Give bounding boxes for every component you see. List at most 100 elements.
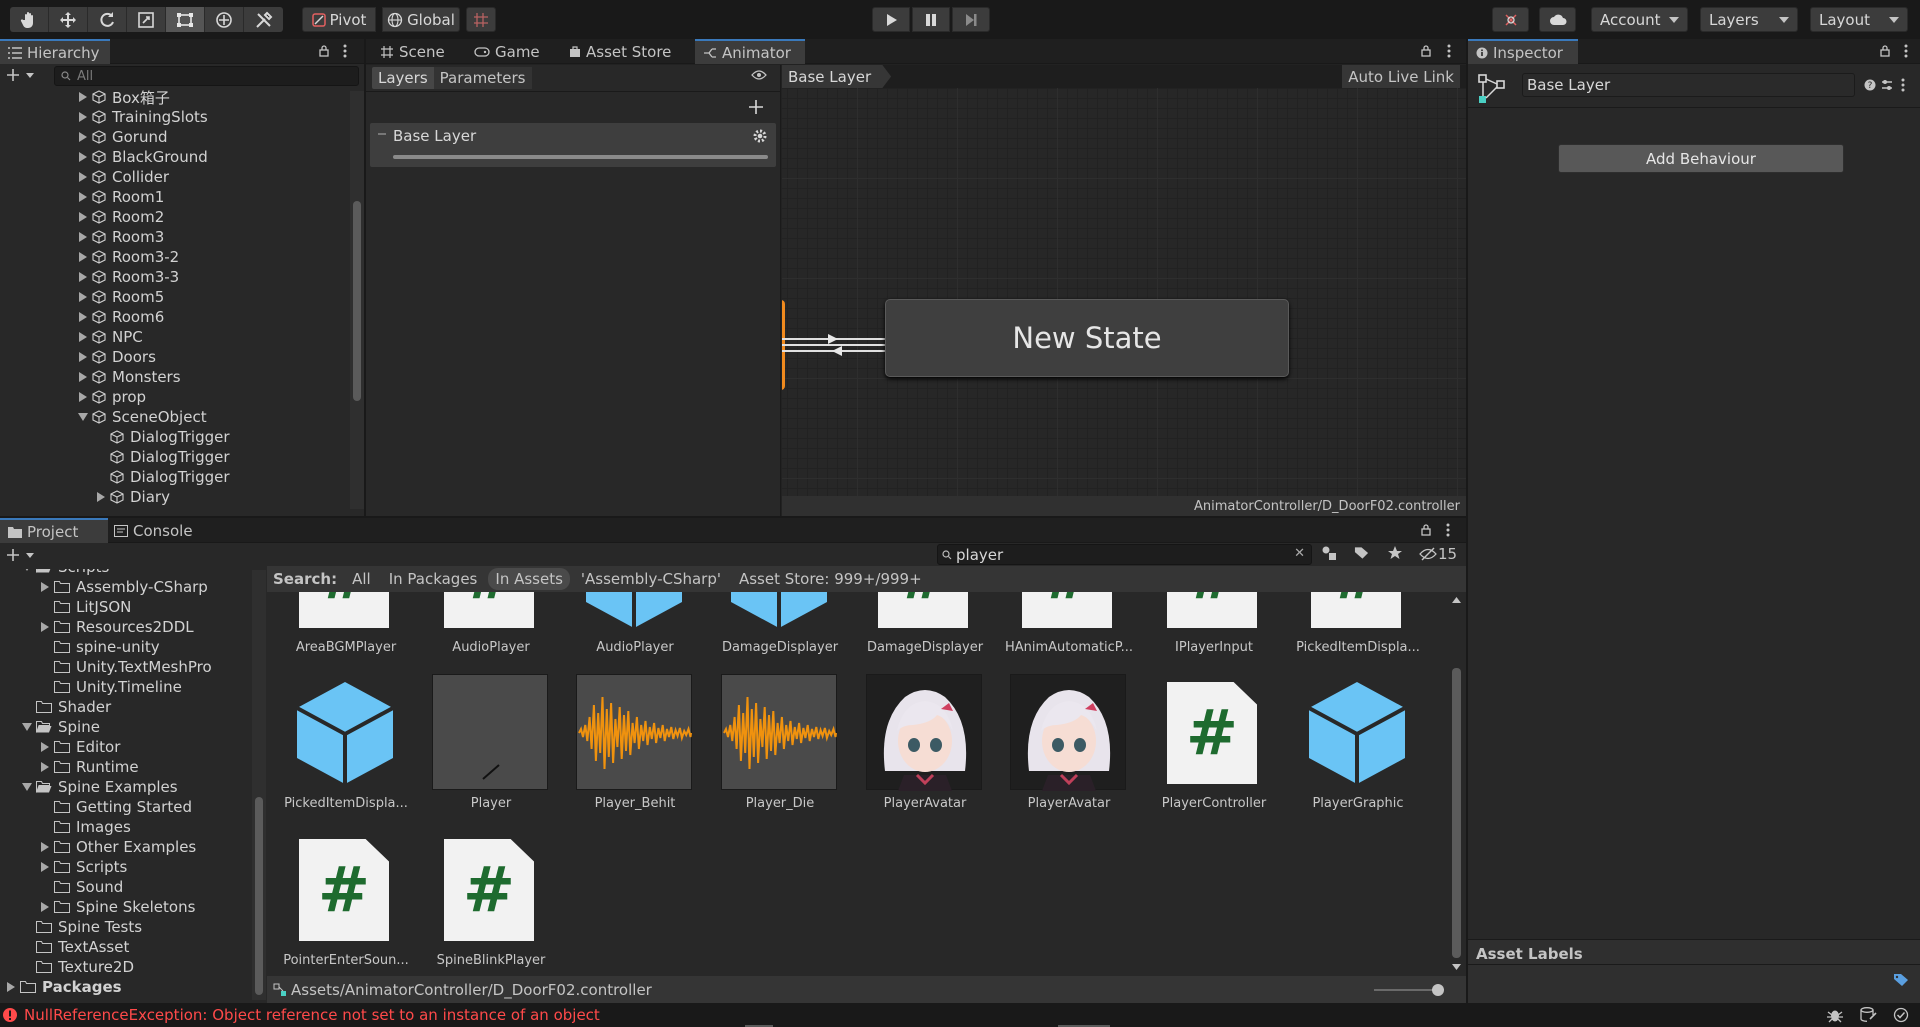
caret-right-icon[interactable] (78, 392, 88, 402)
tag-icon[interactable] (1893, 973, 1909, 987)
tab-asset-store[interactable]: Asset Store (561, 39, 679, 64)
layer-item-base[interactable]: Base Layer (370, 123, 776, 167)
caret-down-icon[interactable] (22, 782, 32, 792)
project-folder-item[interactable]: LitJSON (40, 597, 131, 617)
zoom-slider-knob[interactable] (1432, 984, 1444, 996)
caret-right-icon[interactable] (78, 172, 88, 182)
kebab-menu-icon[interactable] (343, 44, 347, 58)
caret-right-icon[interactable] (40, 622, 50, 632)
kebab-menu-icon[interactable] (1446, 523, 1450, 537)
lock-icon[interactable] (318, 45, 330, 57)
caret-right-icon[interactable] (40, 742, 50, 752)
tab-hierarchy[interactable]: Hierarchy (0, 39, 110, 64)
scroll-thumb[interactable] (1452, 668, 1461, 958)
tab-scene[interactable]: Scene (372, 39, 453, 64)
caret-right-icon[interactable] (78, 112, 88, 122)
hierarchy-item[interactable]: Room3-3 (78, 267, 179, 287)
caret-right-icon[interactable] (40, 842, 50, 852)
add-layer-button[interactable] (749, 100, 763, 114)
project-folder-item[interactable]: Other Examples (40, 837, 196, 857)
project-folder-item[interactable]: Spine Skeletons (40, 897, 195, 917)
caret-right-icon[interactable] (78, 292, 88, 302)
caret-down-icon[interactable] (78, 412, 88, 422)
layout-dropdown[interactable]: Layout (1810, 7, 1908, 32)
create-button[interactable] (6, 68, 36, 82)
create-button[interactable] (6, 548, 36, 562)
custom-tool-button[interactable] (244, 7, 283, 32)
project-search-input[interactable]: player ✕ (937, 544, 1312, 565)
scale-tool-button[interactable] (127, 7, 166, 32)
kebab-menu-icon[interactable] (1901, 78, 1905, 92)
add-behaviour-button[interactable]: Add Behaviour (1558, 144, 1844, 173)
hierarchy-item[interactable]: Diary (2) (96, 507, 196, 508)
project-folder-item[interactable]: Assembly-CSharp (40, 577, 208, 597)
caret-right-icon[interactable] (78, 212, 88, 222)
move-tool-button[interactable] (49, 7, 88, 32)
tab-parameters[interactable]: Parameters (433, 67, 532, 89)
scroll-thumb[interactable] (255, 797, 263, 995)
caret-right-icon[interactable] (78, 272, 88, 282)
kebab-menu-icon[interactable] (1447, 44, 1451, 58)
favorite-star-icon[interactable] (1388, 546, 1402, 560)
tab-layers[interactable]: Layers (372, 67, 434, 89)
project-folder-item[interactable]: Runtime (40, 757, 139, 777)
hierarchy-search-input[interactable]: All (54, 66, 359, 86)
tab-game[interactable]: Game (466, 39, 548, 64)
caret-right-icon[interactable] (40, 762, 50, 772)
project-folder-item[interactable]: Sound (40, 877, 123, 897)
layer-weight-bar[interactable] (393, 155, 768, 159)
preset-icon[interactable] (1881, 79, 1893, 91)
tab-project[interactable]: Project (0, 518, 108, 543)
hierarchy-item[interactable]: DialogTrigger (96, 427, 230, 447)
caret-right-icon[interactable] (78, 312, 88, 322)
gear-icon[interactable] (753, 129, 767, 143)
hierarchy-item[interactable]: Room3-2 (78, 247, 179, 267)
project-folder-item[interactable]: Unity.Timeline (40, 677, 182, 697)
hierarchy-item[interactable]: TrainingSlots (78, 107, 208, 127)
zoom-slider-track[interactable] (1374, 989, 1438, 991)
auto-live-link-toggle[interactable]: Auto Live Link (1342, 65, 1460, 88)
filter-in-assets[interactable]: In Assets (488, 568, 570, 590)
check-circle-icon[interactable] (1893, 1007, 1909, 1023)
hierarchy-item[interactable]: Room6 (78, 307, 164, 327)
asset-grid-scrollbar[interactable] (1447, 592, 1466, 976)
layers-dropdown[interactable]: Layers (1700, 7, 1798, 32)
caret-right-icon[interactable] (78, 252, 88, 262)
eye-icon[interactable] (751, 70, 767, 80)
filter-in-packages[interactable]: In Packages (382, 568, 485, 590)
project-folder-item[interactable]: Spine Examples (22, 777, 178, 797)
caret-right-icon[interactable] (78, 332, 88, 342)
global-toggle[interactable]: Global (382, 7, 460, 32)
animator-graph[interactable]: Base Layer Auto Live Link New State Anim… (782, 65, 1466, 516)
tab-inspector[interactable]: Inspector (1468, 39, 1578, 64)
caret-right-icon[interactable] (40, 582, 50, 592)
project-folder-item[interactable]: Editor (40, 737, 120, 757)
hierarchy-item[interactable]: DialogTrigger (96, 447, 230, 467)
filter-all[interactable]: All (345, 568, 378, 590)
grid-snap-button[interactable] (466, 7, 496, 32)
breadcrumb[interactable]: Base Layer (782, 65, 892, 88)
hierarchy-item[interactable]: Room1 (78, 187, 164, 207)
project-folder-item[interactable]: Unity.TextMeshPro (40, 657, 212, 677)
caret-right-icon[interactable] (78, 372, 88, 382)
project-folder-item[interactable]: Scripts (40, 857, 127, 877)
project-folder-item[interactable]: TextAsset (22, 937, 129, 957)
debug-bug-icon[interactable] (1826, 1007, 1844, 1023)
state-node[interactable]: New State (885, 299, 1289, 377)
error-message[interactable]: NullReferenceException: Object reference… (24, 1006, 600, 1024)
drag-handle-icon[interactable] (378, 133, 386, 135)
caret-right-icon[interactable] (78, 192, 88, 202)
hierarchy-item[interactable]: DialogTrigger (96, 467, 230, 487)
hierarchy-scrollbar[interactable] (350, 91, 364, 509)
caret-right-icon[interactable] (78, 152, 88, 162)
caret-right-icon[interactable] (78, 232, 88, 242)
transform-tool-button[interactable] (205, 7, 244, 32)
project-tree-scrollbar[interactable] (252, 570, 266, 1000)
hierarchy-item[interactable]: Room5 (78, 287, 164, 307)
caret-right-icon[interactable] (78, 92, 88, 102)
caret-right-icon[interactable] (40, 902, 50, 912)
cache-server-icon[interactable] (1859, 1007, 1877, 1023)
project-folder-item[interactable]: Texture2D (22, 957, 134, 977)
play-button[interactable] (872, 7, 910, 32)
caret-right-icon[interactable] (6, 982, 16, 992)
